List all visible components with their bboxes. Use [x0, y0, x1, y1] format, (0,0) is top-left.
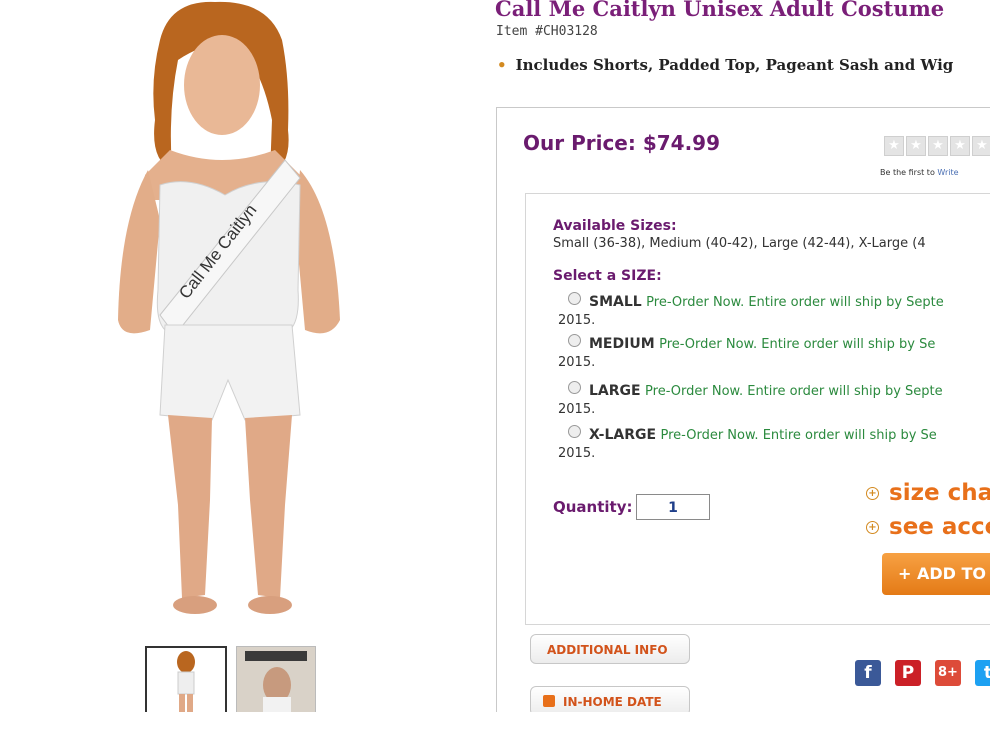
- review-prompt-text: Be the first to: [880, 168, 935, 177]
- thumbnail-1[interactable]: [145, 646, 227, 718]
- bottom-strip: [0, 712, 990, 742]
- plus-circle-icon: +: [866, 487, 879, 500]
- costume-model-image: Call Me Caitlyn: [0, 0, 470, 625]
- size-option-small[interactable]: SMALL Pre-Order Now. Entire order will s…: [556, 292, 944, 310]
- star-icon: ★: [950, 136, 970, 156]
- radio-button[interactable]: [568, 425, 581, 438]
- plus-circle-icon: +: [866, 521, 879, 534]
- size-option-medium[interactable]: MEDIUM Pre-Order Now. Entire order will …: [556, 334, 935, 352]
- thumbnail-costume-image: [147, 648, 225, 716]
- additional-info-button[interactable]: ADDITIONAL INFO: [530, 634, 690, 664]
- price-label: Our Price: $74.99: [523, 131, 721, 155]
- feature-text: Includes Shorts, Padded Top, Pageant Sas…: [515, 56, 954, 74]
- pinterest-icon[interactable]: P: [895, 660, 921, 686]
- preorder-note: Pre-Order Now. Entire order will ship by…: [659, 337, 936, 352]
- thumbnail-magazine-image: [237, 647, 315, 715]
- star-icon: ★: [928, 136, 948, 156]
- star-icon: ★: [972, 136, 990, 156]
- radio-button[interactable]: [568, 334, 581, 347]
- write-review-link[interactable]: Write: [937, 168, 958, 177]
- calendar-icon: [543, 695, 555, 707]
- in-home-date-label: IN-HOME DATE: [563, 695, 662, 709]
- item-number: Item #CH03128: [496, 24, 598, 39]
- size-chart-text: size char: [889, 480, 990, 506]
- available-sizes-heading: Available Sizes:: [553, 218, 677, 234]
- accessories-link[interactable]: + see acce: [866, 514, 990, 540]
- feature-bullet: • Includes Shorts, Padded Top, Pageant Sa…: [497, 56, 953, 74]
- size-option-x-large[interactable]: X-LARGE Pre-Order Now. Entire order will…: [556, 425, 937, 443]
- star-icon: ★: [884, 136, 904, 156]
- size-name: X-LARGE: [589, 427, 657, 443]
- size-note-year: 2015.: [558, 402, 596, 417]
- radio-button[interactable]: [568, 292, 581, 305]
- quantity-input[interactable]: 1: [636, 494, 710, 520]
- size-name: MEDIUM: [589, 336, 655, 352]
- facebook-icon[interactable]: f: [855, 660, 881, 686]
- size-option-large[interactable]: LARGE Pre-Order Now. Entire order will s…: [556, 381, 943, 399]
- product-image: Call Me Caitlyn: [0, 0, 470, 625]
- accessories-text: see acce: [889, 514, 990, 540]
- add-to-cart-button[interactable]: + ADD TO: [882, 553, 990, 595]
- size-name: SMALL: [589, 294, 642, 310]
- bullet-icon: •: [497, 56, 507, 74]
- rating-stars[interactable]: ★ ★ ★ ★ ★: [884, 136, 990, 156]
- size-note-year: 2015.: [558, 313, 596, 328]
- twitter-icon[interactable]: t: [975, 660, 990, 686]
- product-title: Call Me Caitlyn Unisex Adult Costume: [495, 0, 945, 21]
- size-name: LARGE: [589, 383, 641, 399]
- quantity-label: Quantity:: [553, 498, 633, 516]
- thumbnail-2[interactable]: [236, 646, 316, 716]
- preorder-note: Pre-Order Now. Entire order will ship by…: [646, 295, 944, 310]
- size-note-year: 2015.: [558, 355, 596, 370]
- googleplus-icon[interactable]: 8+: [935, 660, 961, 686]
- review-prompt: Be the first to Write: [880, 168, 959, 177]
- size-chart-link[interactable]: + size char: [866, 480, 990, 506]
- star-icon: ★: [906, 136, 926, 156]
- preorder-note: Pre-Order Now. Entire order will ship by…: [645, 384, 943, 399]
- size-note-year: 2015.: [558, 446, 596, 461]
- select-size-heading: Select a SIZE:: [553, 268, 662, 284]
- available-sizes-list: Small (36-38), Medium (40-42), Large (42…: [553, 236, 926, 251]
- radio-button[interactable]: [568, 381, 581, 394]
- preorder-note: Pre-Order Now. Entire order will ship by…: [660, 428, 937, 443]
